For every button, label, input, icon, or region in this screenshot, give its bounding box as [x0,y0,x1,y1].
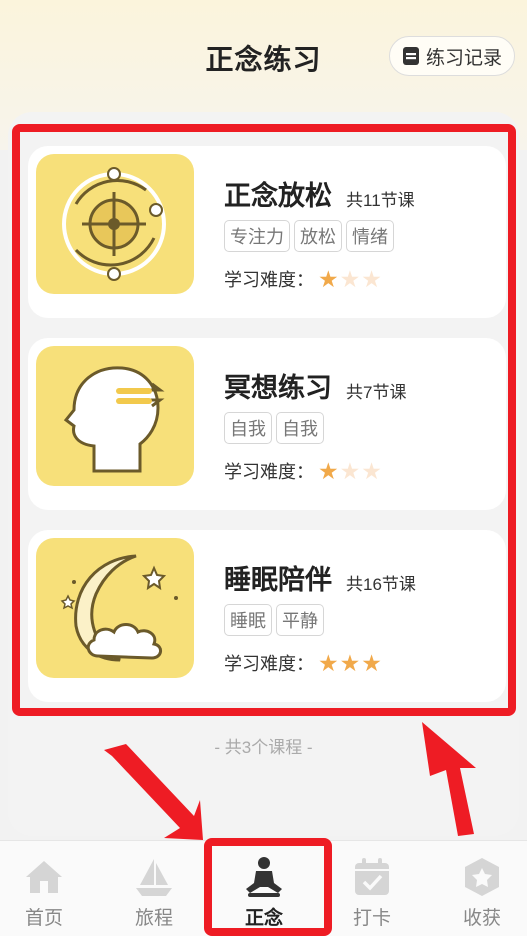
tag: 睡眠 [224,604,272,636]
tag: 平静 [276,604,324,636]
difficulty-label: 学习难度： [224,462,314,482]
star-icon: ★ [339,650,361,676]
difficulty-rating: 学习难度： ★ ★ ★ [224,458,382,484]
sailboat-icon [136,859,172,896]
tag: 情绪 [346,220,394,252]
nav-label: 收获 [462,908,501,929]
tag: 放松 [294,220,342,252]
meditation-icon [246,857,282,897]
practice-record-button[interactable]: 练习记录 [389,36,515,76]
header: 正念练习 练习记录 [0,0,527,112]
star-rating: ★ ★ ★ [318,651,382,675]
lesson-count: 共7节课 [346,383,407,402]
focus-target-icon [36,154,194,294]
star-icon: ★ [318,458,339,484]
nav-label: 首页 [24,908,63,929]
course-total: - 共3个课程 - [214,738,313,757]
practice-record-label: 练习记录 [425,47,502,69]
difficulty-rating: 学习难度： ★ ★ ★ [224,266,382,292]
difficulty-label: 学习难度： [224,654,314,674]
nav-label: 正念 [244,908,283,929]
nav-item-home[interactable]: 首页 [4,841,84,936]
meditation-head-icon [36,346,194,486]
course-card-meditation[interactable]: 冥想练习 共7节课 自我 自我 学习难度： ★ ★ ★ [28,338,506,510]
lesson-count: 共16节课 [346,575,416,594]
star-icon: ★ [361,458,382,484]
star-icon: ★ [361,650,382,676]
course-title: 正念放松 [224,181,332,211]
moon-cloud-icon [36,538,194,678]
hexagon-star-icon [465,858,499,896]
difficulty-label: 学习难度： [224,270,314,290]
tag-list: 专注力 放松 情绪 [224,220,394,252]
lesson-count: 共11节课 [346,191,415,210]
nav-item-mindfulness[interactable]: 正念 [224,841,304,936]
difficulty-rating: 学习难度： ★ ★ ★ [224,650,382,676]
tag: 自我 [276,412,324,444]
calendar-check-icon [355,858,389,895]
tag: 专注力 [224,220,290,252]
star-icon: ★ [361,266,382,292]
record-book-icon [402,46,420,66]
course-card-mindful-relax[interactable]: 正念放松 共11节课 专注力 放松 情绪 学习难度： ★ ★ ★ [28,146,506,318]
course-title: 冥想练习 [224,373,332,403]
star-icon: ★ [318,266,339,292]
star-icon: ★ [318,650,339,676]
bottom-nav: 首页 旅程 正念 打卡 收获 [0,840,527,936]
tag-list: 自我 自我 [224,412,324,444]
course-list[interactable]: 正念放松 共11节课 专注力 放松 情绪 学习难度： ★ ★ ★ 冥想练习 共7节课… [8,112,519,836]
nav-item-checkin[interactable]: 打卡 [332,841,412,936]
star-icon: ★ [339,458,361,484]
course-card-sleep[interactable]: 睡眠陪伴 共16节课 睡眠 平静 学习难度： ★ ★ ★ [28,530,506,702]
nav-item-rewards[interactable]: 收获 [442,841,522,936]
star-icon: ★ [339,266,361,292]
course-title: 睡眠陪伴 [224,565,332,595]
star-rating: ★ ★ ★ [318,267,382,291]
nav-label: 旅程 [134,908,173,929]
nav-label: 打卡 [352,908,391,929]
nav-item-journey[interactable]: 旅程 [114,841,194,936]
tag-list: 睡眠 平静 [224,604,324,636]
star-rating: ★ ★ ★ [318,459,382,483]
home-icon [26,861,62,893]
tag: 自我 [224,412,272,444]
